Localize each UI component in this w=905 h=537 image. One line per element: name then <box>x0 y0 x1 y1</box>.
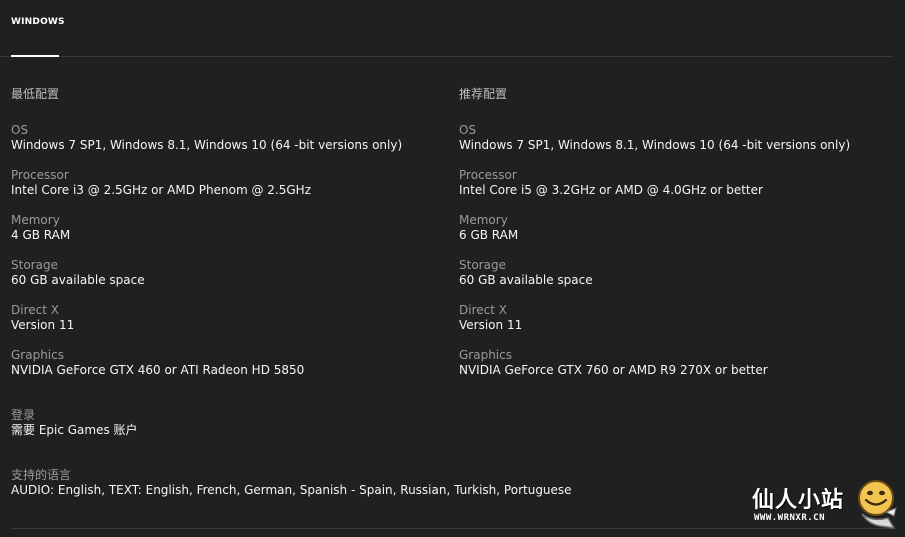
spec-os: OS Windows 7 SP1, Windows 8.1, Windows 1… <box>459 123 899 153</box>
platform-tabs: WINDOWS <box>0 0 893 57</box>
smiley-face-icon <box>858 480 897 529</box>
spec-value: 60 GB available space <box>11 273 145 287</box>
supported-languages: 支持的语言 AUDIO: English, TEXT: English, Fre… <box>11 468 881 498</box>
login-requirement: 登录 需要 Epic Games 账户 <box>11 408 881 438</box>
spec-directx: Direct X Version 11 <box>459 303 899 333</box>
spec-label: OS <box>11 123 29 137</box>
languages-label: 支持的语言 <box>11 468 72 482</box>
spec-label: Graphics <box>11 348 64 362</box>
languages-value: AUDIO: English, TEXT: English, French, G… <box>11 483 572 497</box>
spec-label: Direct X <box>11 303 59 317</box>
spec-label: Graphics <box>459 348 512 362</box>
spec-graphics: Graphics NVIDIA GeForce GTX 460 or ATI R… <box>11 348 451 378</box>
spec-value: Windows 7 SP1, Windows 8.1, Windows 10 (… <box>459 138 851 152</box>
tab-active-indicator <box>11 55 59 57</box>
spec-graphics: Graphics NVIDIA GeForce GTX 760 or AMD R… <box>459 348 899 378</box>
spec-label: Memory <box>11 213 60 227</box>
tab-windows-label: WINDOWS <box>11 17 65 27</box>
recommended-requirements: 推荐配置 OS Windows 7 SP1, Windows 8.1, Wind… <box>459 86 899 377</box>
spec-processor: Processor Intel Core i3 @ 2.5GHz or AMD … <box>11 168 451 198</box>
recommended-heading: 推荐配置 <box>459 87 508 101</box>
minimum-heading: 最低配置 <box>11 87 60 101</box>
login-label: 登录 <box>11 408 36 422</box>
spec-value: 4 GB RAM <box>11 228 71 242</box>
spec-memory: Memory 6 GB RAM <box>459 213 899 243</box>
spec-value: Version 11 <box>11 318 75 332</box>
spec-directx: Direct X Version 11 <box>11 303 451 333</box>
login-value: 需要 Epic Games 账户 <box>11 423 138 437</box>
tab-windows[interactable]: WINDOWS <box>11 0 65 57</box>
watermark: 仙人小站 WWW.WRNXR.CN <box>752 478 898 534</box>
spec-value: 6 GB RAM <box>459 228 519 242</box>
watermark-title: 仙人小站 <box>752 488 845 513</box>
spec-label: Memory <box>459 213 508 227</box>
spec-label: Storage <box>459 258 506 272</box>
spec-processor: Processor Intel Core i5 @ 3.2GHz or AMD … <box>459 168 899 198</box>
spec-storage: Storage 60 GB available space <box>11 258 451 288</box>
spec-label: Processor <box>459 168 517 182</box>
spec-value: Windows 7 SP1, Windows 8.1, Windows 10 (… <box>11 138 403 152</box>
spec-value: NVIDIA GeForce GTX 760 or AMD R9 270X or… <box>459 363 768 377</box>
spec-label: Storage <box>11 258 58 272</box>
spec-os: OS Windows 7 SP1, Windows 8.1, Windows 1… <box>11 123 451 153</box>
spec-value: 60 GB available space <box>459 273 593 287</box>
spec-value: Intel Core i3 @ 2.5GHz or AMD Phenom @ 2… <box>11 183 311 197</box>
spec-value: NVIDIA GeForce GTX 460 or ATI Radeon HD … <box>11 363 305 377</box>
spec-storage: Storage 60 GB available space <box>459 258 899 288</box>
spec-value: Version 11 <box>459 318 523 332</box>
minimum-requirements: 最低配置 OS Windows 7 SP1, Windows 8.1, Wind… <box>11 86 451 377</box>
spec-label: OS <box>459 123 477 137</box>
spec-value: Intel Core i5 @ 3.2GHz or AMD @ 4.0GHz o… <box>459 183 763 197</box>
spec-memory: Memory 4 GB RAM <box>11 213 451 243</box>
spec-label: Direct X <box>459 303 507 317</box>
spec-label: Processor <box>11 168 69 182</box>
watermark-url: WWW.WRNXR.CN <box>754 513 826 523</box>
